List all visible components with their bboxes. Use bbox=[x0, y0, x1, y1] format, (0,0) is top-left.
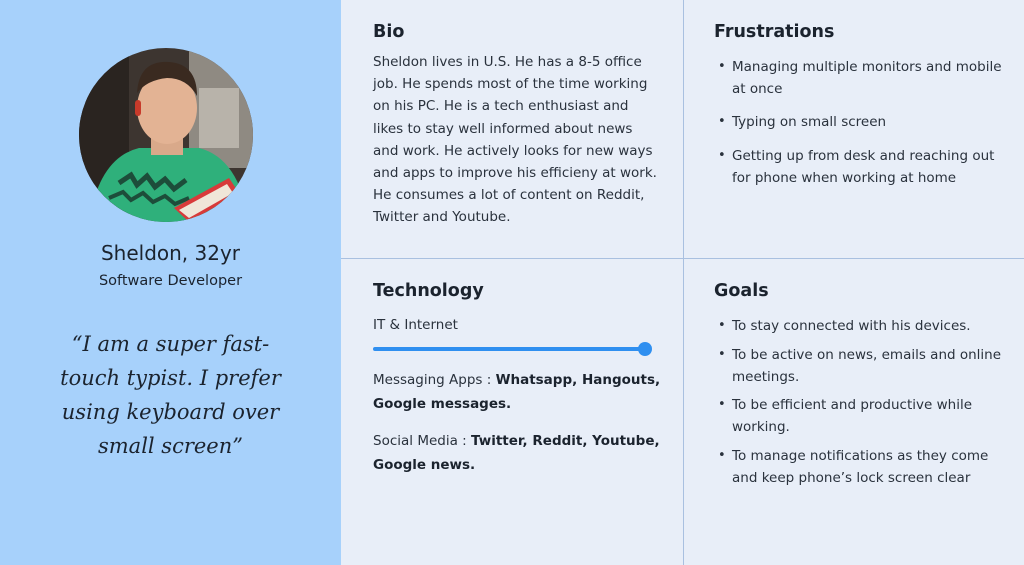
vertical-divider bbox=[683, 0, 684, 565]
bio-title: Bio bbox=[373, 22, 405, 42]
bio-section: Bio Sheldon lives in U.S. He has a 8-5 o… bbox=[373, 22, 658, 229]
list-item: Typing on small screen bbox=[714, 111, 1004, 133]
person-illustration bbox=[79, 48, 253, 222]
bio-text: Sheldon lives in U.S. He has a 8-5 offic… bbox=[373, 54, 657, 226]
technology-title: Technology bbox=[373, 281, 484, 301]
list-item: To be active on news, emails and online … bbox=[714, 344, 1004, 388]
it-internet-label: IT & Internet bbox=[373, 317, 458, 333]
frustrations-title: Frustrations bbox=[714, 22, 835, 42]
horizontal-divider bbox=[341, 258, 1024, 259]
profile-panel: Sheldon, 32yr Software Developer “I am a… bbox=[0, 0, 341, 565]
messaging-apps-label: Messaging Apps : bbox=[373, 372, 492, 388]
level-knob bbox=[638, 342, 652, 356]
list-item: To be efficient and productive while wor… bbox=[714, 394, 1004, 438]
goals-title: Goals bbox=[714, 281, 769, 301]
goals-list: To stay connected with his devices. To b… bbox=[714, 315, 1004, 489]
persona-quote: “I am a super fast-touch typist. I prefe… bbox=[60, 332, 281, 458]
social-media-label: Social Media : bbox=[373, 433, 467, 449]
frustrations-list: Managing multiple monitors and mobile at… bbox=[714, 56, 1004, 189]
goals-section: Goals To stay connected with his devices… bbox=[714, 281, 1004, 500]
frustrations-section: Frustrations Managing multiple monitors … bbox=[714, 22, 1004, 200]
messaging-apps-row: Messaging Apps : Whatsapp, Hangouts, Goo… bbox=[373, 368, 663, 416]
list-item: To manage notifications as they come and… bbox=[714, 445, 1004, 489]
profile-photo bbox=[79, 48, 253, 222]
social-media-row: Social Media : Twitter, Reddit, Youtube,… bbox=[373, 429, 663, 477]
technology-section: Technology IT & Internet Messaging Apps … bbox=[373, 281, 663, 477]
persona-role: Software Developer bbox=[98, 273, 243, 289]
persona-name: Sheldon, 32yr bbox=[100, 241, 241, 265]
list-item: To stay connected with his devices. bbox=[714, 315, 1004, 337]
level-track bbox=[373, 347, 645, 351]
it-internet-level-bar bbox=[373, 342, 652, 356]
list-item: Managing multiple monitors and mobile at… bbox=[714, 56, 1004, 100]
list-item: Getting up from desk and reaching out fo… bbox=[714, 145, 1004, 189]
